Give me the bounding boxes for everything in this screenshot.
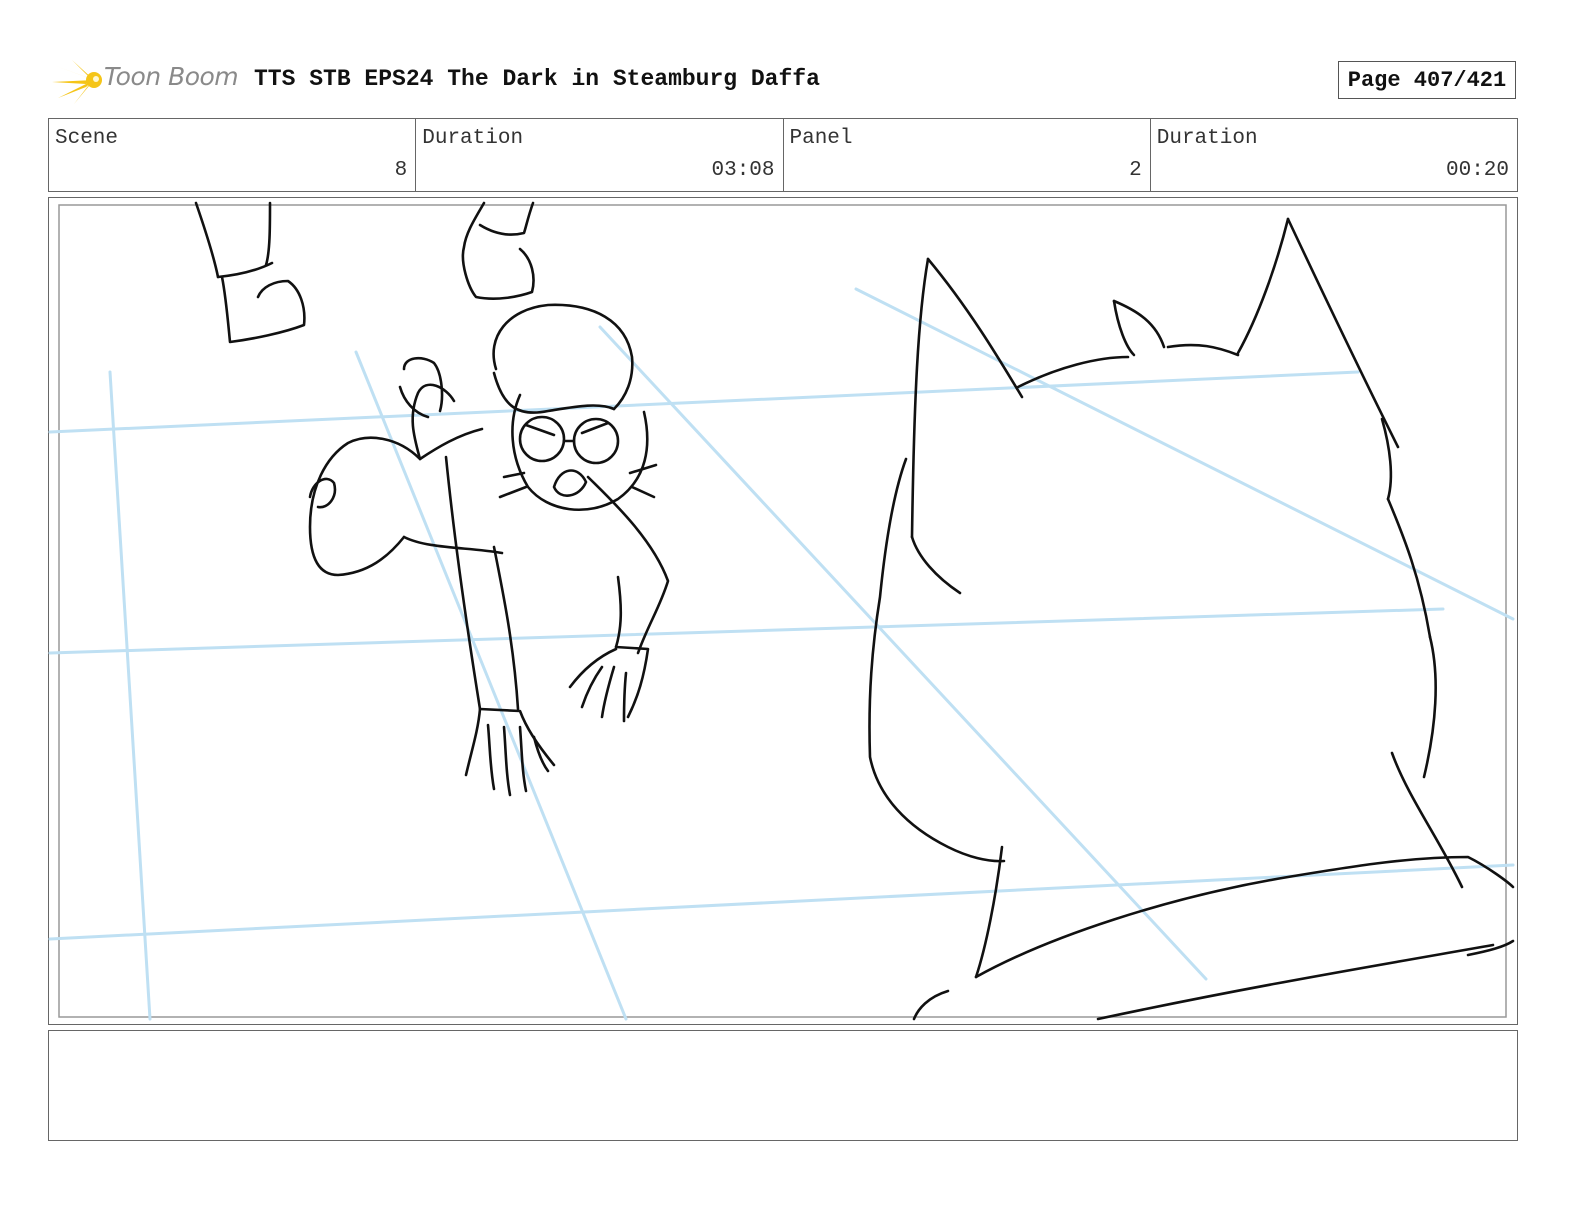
storyboard-sketch	[48, 201, 1515, 1021]
scene-duration-label: Duration	[422, 127, 524, 150]
panel-label: Panel	[789, 127, 853, 150]
scene-duration-value: 03:08	[711, 159, 775, 182]
panel-duration-value: 00:20	[1445, 159, 1509, 182]
logo-text: Toon Boom	[104, 62, 239, 91]
scene-value: 8	[394, 159, 408, 182]
page-indicator: Page 407/421	[1338, 61, 1516, 99]
panel-duration-label: Duration	[1156, 127, 1258, 150]
sketch-lines	[194, 201, 1515, 1021]
perspective-guides	[48, 287, 1515, 1021]
document-title: TTS STB EPS24 The Dark in Steamburg Daff…	[254, 66, 820, 92]
panel-cell: Panel 2	[784, 119, 1151, 191]
panel-info-row: Scene 8 Duration 03:08 Panel 2 Duration …	[48, 118, 1518, 192]
scene-cell: Scene 8	[49, 119, 417, 191]
panel-value: 2	[1129, 159, 1142, 182]
scene-label: Scene	[55, 127, 119, 150]
panel-duration-cell: Duration 00:20	[1151, 119, 1517, 191]
panel-notes-box	[48, 1030, 1518, 1141]
scene-duration-cell: Duration 03:08	[416, 119, 784, 191]
